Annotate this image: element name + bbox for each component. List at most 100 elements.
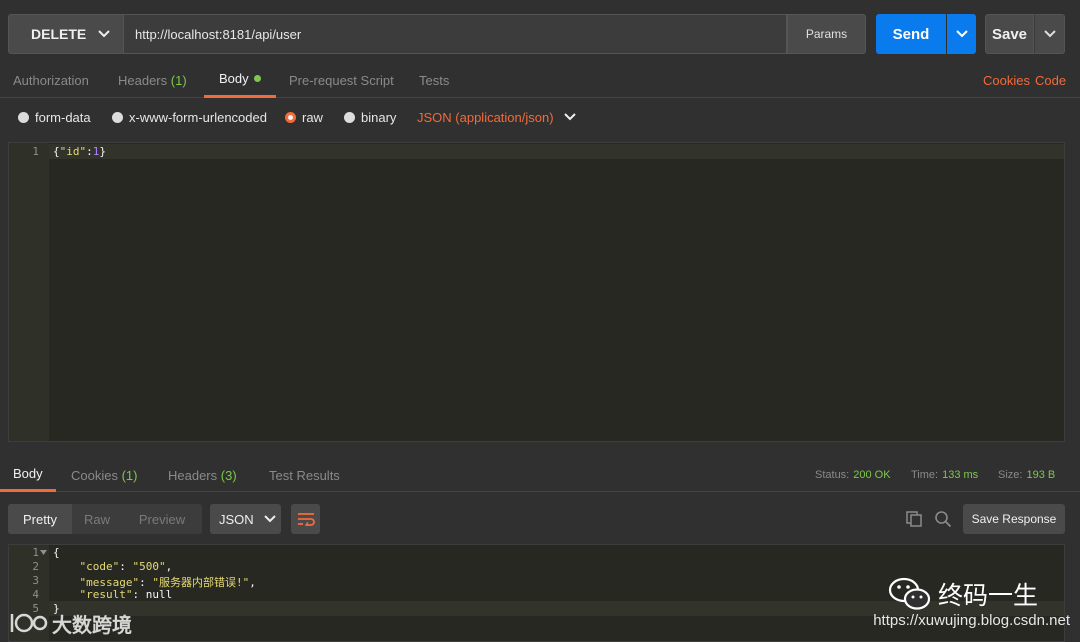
chevron-down-icon	[955, 30, 968, 38]
mode-preview[interactable]: Preview	[122, 504, 202, 534]
request-bar: DELETE http://localhost:8181/api/user Pa…	[0, 14, 1080, 56]
radio-icon	[112, 111, 123, 123]
search-icon	[935, 511, 952, 528]
tab-tests[interactable]: Tests	[419, 62, 449, 98]
json-value: "500"	[132, 560, 166, 573]
tab-response-cookies[interactable]: Cookies (1)	[71, 458, 137, 492]
status-indicator: Status: 200 OK	[815, 458, 891, 492]
status-label: Status:	[815, 469, 850, 481]
radio-form-data[interactable]: form-data	[18, 104, 91, 130]
save-dropdown-button[interactable]	[1034, 14, 1065, 54]
tab-authorization[interactable]: Authorization	[13, 62, 89, 98]
watermark-right-text: 终码一生	[938, 582, 1039, 610]
line-number: 1	[32, 546, 39, 559]
tab-response-headers[interactable]: Headers (3)	[168, 458, 237, 492]
code-line: {"id":1}	[53, 145, 106, 158]
watermark-logo-icon	[10, 613, 48, 633]
code-line: "code": "500",	[79, 560, 173, 573]
wechat-icon	[888, 577, 931, 610]
tab-label: Headers	[118, 72, 168, 88]
line-number: 3	[32, 574, 39, 587]
time-indicator: Time: 133 ms	[911, 458, 978, 492]
response-toolbar: Pretty Raw Preview JSON Save Response	[0, 504, 1080, 534]
chevron-down-icon	[1043, 30, 1056, 38]
json-key: "result"	[79, 588, 133, 601]
status-value: 200 OK	[853, 469, 891, 481]
radio-x-www-form-urlencoded[interactable]: x-www-form-urlencoded	[112, 104, 267, 130]
tab-label: Body	[13, 466, 43, 481]
editor-gutter	[9, 143, 49, 441]
watermark-left-text: 大数跨境	[52, 614, 132, 637]
tab-pre-request-script[interactable]: Pre-request Script	[289, 62, 394, 98]
copy-icon	[906, 511, 922, 527]
cookies-count: (1)	[121, 467, 138, 483]
radio-selected-icon	[285, 111, 296, 123]
tab-response-body[interactable]: Body	[0, 458, 56, 492]
send-dropdown-button[interactable]	[947, 14, 976, 54]
save-response-button[interactable]: Save Response	[963, 504, 1065, 534]
chevron-down-icon	[563, 113, 576, 121]
content-type-select[interactable]: JSON (application/json)	[417, 104, 576, 130]
tab-test-results[interactable]: Test Results	[269, 458, 340, 492]
line-number: 4	[32, 588, 39, 601]
params-button[interactable]: Params	[787, 14, 866, 54]
method-label: DELETE	[31, 26, 87, 42]
radio-raw[interactable]: raw	[285, 104, 323, 130]
wrap-lines-icon	[297, 513, 315, 526]
cookies-link[interactable]: Cookies	[983, 62, 1030, 98]
url-input[interactable]: http://localhost:8181/api/user	[124, 14, 787, 54]
response-view-mode: Pretty Raw Preview	[8, 504, 202, 534]
tab-label: Cookies	[71, 467, 118, 483]
radio-icon	[344, 111, 355, 123]
size-label: Size:	[998, 469, 1023, 481]
copy-button[interactable]	[903, 504, 925, 534]
tab-label: Pre-request Script	[289, 72, 394, 88]
fold-arrow-icon[interactable]	[40, 550, 47, 555]
line-number: 2	[32, 560, 39, 573]
size-indicator: Size: 193 B	[998, 458, 1055, 492]
tab-headers[interactable]: Headers (1)	[118, 62, 187, 98]
time-value: 133 ms	[942, 469, 979, 481]
radio-label: form-data	[35, 109, 91, 125]
json-key: "code"	[79, 560, 120, 573]
chevron-down-icon	[98, 30, 110, 38]
active-line-highlight	[49, 144, 1064, 159]
time-label: Time:	[911, 469, 939, 481]
chevron-down-icon	[263, 515, 276, 523]
response-tabs: Body Cookies (1) Headers (3) Test Result…	[0, 458, 1080, 492]
size-value: 193 B	[1026, 469, 1056, 481]
response-format-select[interactable]: JSON	[210, 504, 281, 534]
headers-count: (3)	[220, 467, 237, 483]
format-label: JSON	[219, 511, 254, 527]
body-type-selector: form-data x-www-form-urlencoded raw bina…	[0, 104, 1080, 130]
watermark-url: https://xuwujing.blog.csdn.net	[873, 612, 1070, 629]
wrap-lines-button[interactable]	[291, 504, 320, 534]
json-value: 1	[92, 145, 100, 158]
save-button[interactable]: Save	[985, 14, 1034, 54]
code-link[interactable]: Code	[1035, 62, 1066, 98]
radio-label: x-www-form-urlencoded	[129, 109, 267, 125]
tab-label: Tests	[419, 72, 450, 88]
content-type-label: JSON (application/json)	[417, 109, 554, 125]
method-select[interactable]: DELETE	[8, 14, 124, 54]
tab-label: Body	[219, 71, 249, 86]
body-indicator-dot	[253, 75, 261, 82]
watermark-left: 大数跨境	[8, 608, 132, 638]
request-body-editor[interactable]: 1 {"id":1}	[8, 142, 1065, 442]
radio-label: binary	[361, 109, 397, 125]
tab-body[interactable]: Body	[204, 62, 276, 98]
tab-label: Test Results	[269, 467, 340, 483]
search-button[interactable]	[932, 504, 954, 534]
headers-count: (1)	[170, 72, 187, 88]
code-line: {	[53, 546, 60, 559]
mode-pretty[interactable]: Pretty	[8, 504, 72, 534]
radio-binary[interactable]: binary	[344, 104, 396, 130]
radio-label: raw	[302, 109, 323, 125]
mode-raw[interactable]: Raw	[72, 504, 122, 534]
radio-icon	[18, 111, 29, 123]
line-number: 1	[32, 145, 39, 158]
send-button[interactable]: Send	[876, 14, 946, 54]
code-line: "result": null	[79, 588, 173, 601]
request-tabs: Authorization Headers (1) Body Pre-reque…	[0, 62, 1080, 98]
json-value: null	[145, 588, 173, 601]
